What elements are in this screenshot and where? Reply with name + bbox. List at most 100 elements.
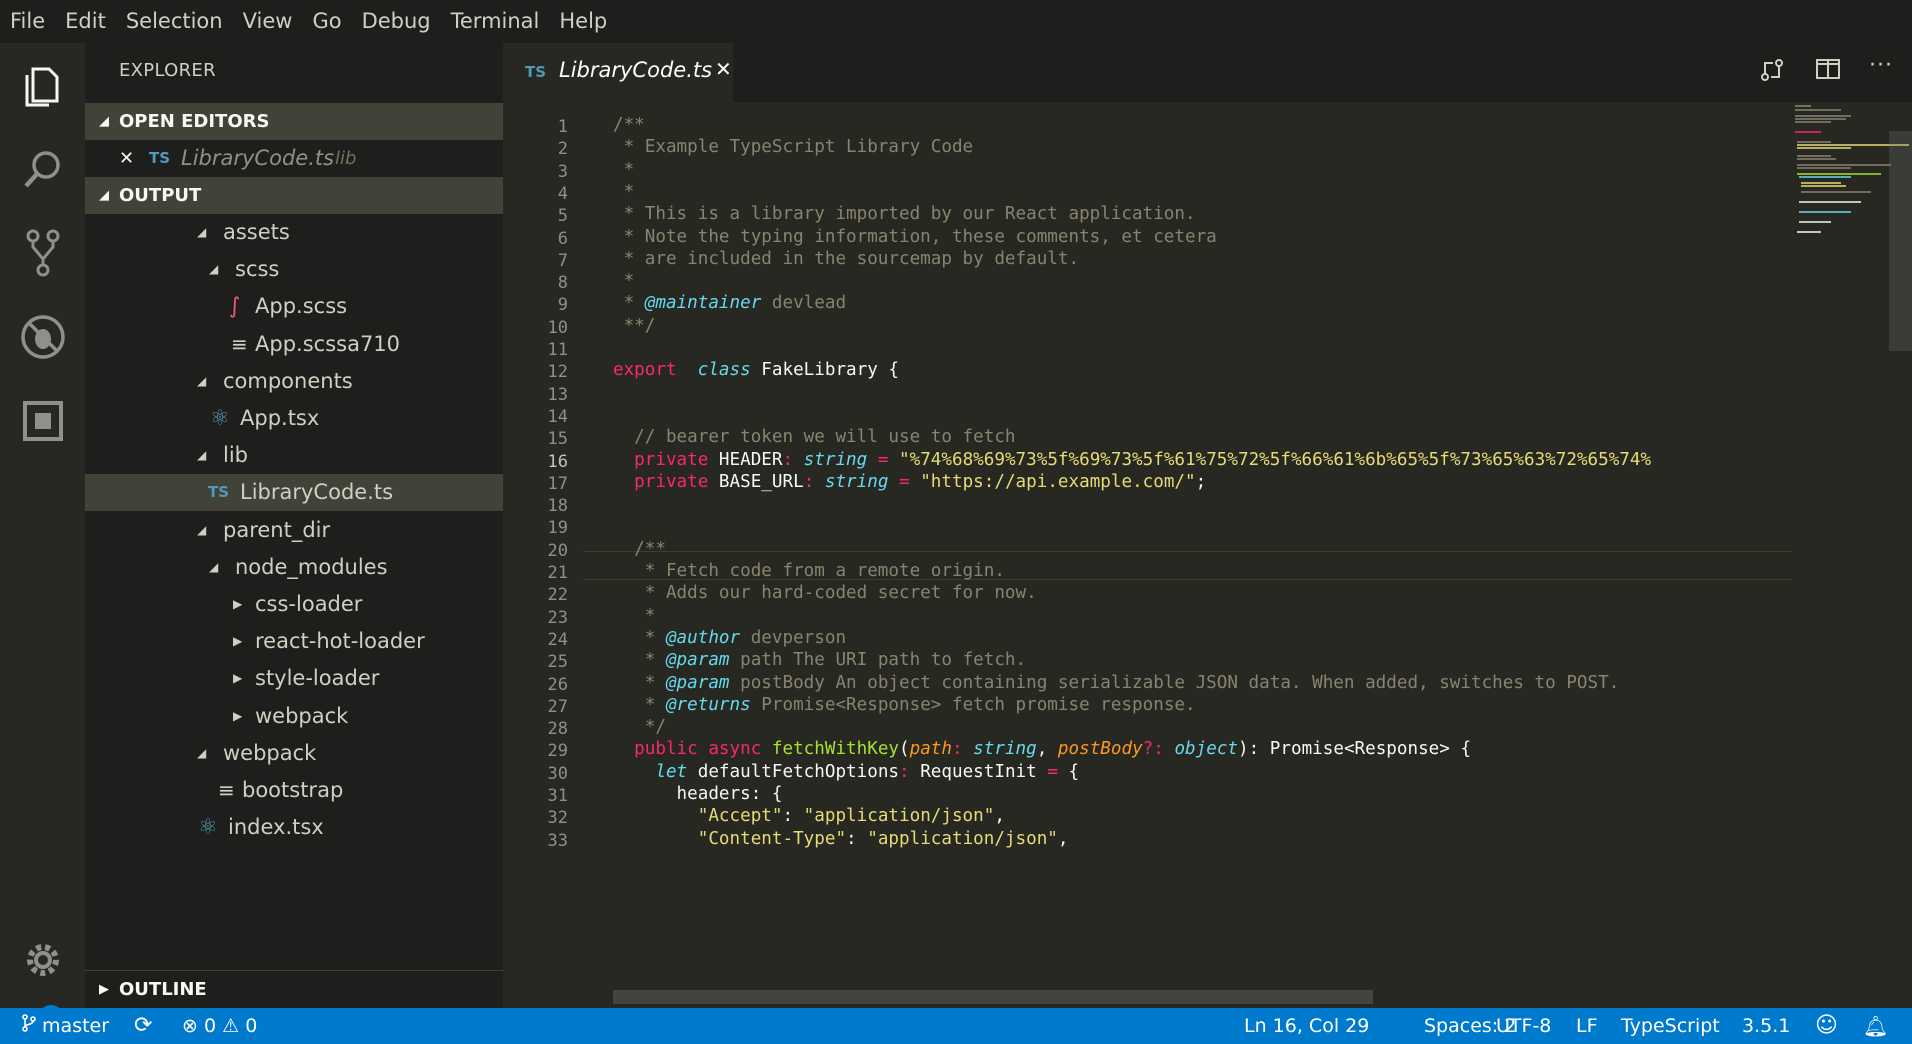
code-token: * [613, 181, 635, 202]
code-line[interactable]: // bearer token we will use to fetch [613, 427, 1015, 447]
open-changes-icon[interactable] [1759, 57, 1785, 89]
menu-help[interactable]: Help [549, 0, 617, 43]
tree-item[interactable]: ≡ App.scssa710 [85, 326, 503, 363]
tree-item[interactable]: ▶ react-hot-loader [85, 623, 503, 660]
split-editor-icon[interactable] [1815, 57, 1841, 87]
code-line[interactable]: private HEADER: string = "%74%68%69%73%5… [613, 450, 1651, 470]
code-token: /** [613, 115, 645, 135]
code-line[interactable]: */ [613, 717, 666, 737]
menu-go[interactable]: Go [302, 0, 351, 43]
close-icon[interactable]: ✕ [119, 140, 134, 177]
code-line[interactable]: * are included in the sourcemap by defau… [613, 249, 1080, 269]
horizontal-scrollbar[interactable] [613, 990, 1373, 1004]
menu-debug[interactable]: Debug [352, 0, 441, 43]
menu-view[interactable]: View [233, 0, 303, 43]
code-line[interactable]: * Example TypeScript Library Code [613, 137, 974, 157]
tree-item[interactable]: ▶ webpack [85, 698, 503, 735]
code-token: : [782, 449, 794, 470]
typescript-version[interactable]: 3.5.1 [1742, 1008, 1790, 1044]
tree-item[interactable]: ≡ bootstrap [85, 772, 503, 809]
code-line[interactable]: "Accept": "application/json", [613, 806, 1005, 826]
code-line[interactable]: public async fetchWithKey(path: string, … [613, 739, 1471, 759]
tree-item[interactable]: ▶ style-loader [85, 660, 503, 697]
code-line[interactable]: * Note the typing information, these com… [613, 227, 1217, 247]
line-number: 21 [547, 563, 568, 583]
debug-icon[interactable] [19, 313, 67, 361]
open-editor-item[interactable]: ✕ TS LibraryCode.ts lib [85, 140, 503, 177]
code-line[interactable]: * @param path The URI path to fetch. [613, 650, 1026, 670]
sync-icon[interactable]: ⟳ [134, 1008, 152, 1044]
menu-selection[interactable]: Selection [116, 0, 233, 43]
menu-file[interactable]: File [0, 0, 55, 43]
extensions-icon[interactable] [19, 397, 67, 445]
menu-bar: File Edit Selection View Go Debug Terminal Help [0, 0, 1912, 43]
tab-librarycode[interactable]: TS LibraryCode.ts ✕ [503, 43, 733, 102]
problems-status[interactable]: ⊗ 0 ⚠ 0 [182, 1008, 257, 1044]
code-token: { [1057, 761, 1080, 782]
code-line[interactable]: export class FakeLibrary { [613, 360, 899, 380]
line-number: 32 [547, 808, 568, 829]
code-line[interactable]: * [613, 160, 635, 180]
code-token: * Note the typing information, these com… [613, 226, 1217, 247]
eol-status[interactable]: LF [1576, 1008, 1598, 1044]
tree-item[interactable]: ◢ node_modules [85, 549, 503, 586]
tree-item[interactable]: ◢ lib [85, 437, 503, 474]
more-actions-icon[interactable]: ··· [1869, 53, 1893, 78]
line-number: 9 [557, 295, 568, 316]
tree-item[interactable]: TS LibraryCode.ts [85, 474, 503, 512]
tree-item[interactable]: ∫ App.scss [85, 288, 503, 325]
code-line[interactable]: * [613, 181, 635, 202]
settings-gear-icon[interactable] [19, 936, 67, 984]
open-editors-header[interactable]: ◢ OPEN EDITORS [85, 103, 503, 140]
code-line[interactable]: * @param postBody An object containing s… [613, 673, 1620, 693]
code-line[interactable]: /** [613, 115, 645, 135]
code-token: ( [899, 739, 910, 760]
code-line[interactable]: **/ [613, 316, 656, 336]
code-token: : [846, 828, 868, 849]
tree-item[interactable]: ◢ components [85, 363, 503, 400]
menu-edit[interactable]: Edit [55, 0, 116, 43]
code-token: "https://api.example.com/" [909, 471, 1196, 492]
code-line[interactable]: "Content-Type": "application/json", [613, 829, 1069, 849]
tree-item[interactable]: ◢ assets [85, 214, 503, 251]
open-editors-label: OPEN EDITORS [119, 111, 270, 132]
tree-item[interactable]: ⚛ index.tsx [85, 809, 503, 846]
branch-status[interactable]: master [22, 1008, 109, 1044]
code-line[interactable]: * @author devperson [613, 628, 846, 648]
language-mode[interactable]: TypeScript [1621, 1008, 1720, 1044]
line-number: 22 [547, 585, 568, 606]
search-icon[interactable] [19, 145, 67, 193]
code-line[interactable]: * Adds our hard-coded secret for now. [613, 583, 1037, 603]
tree-item[interactable]: ⚛ App.tsx [85, 400, 503, 437]
menu-terminal[interactable]: Terminal [441, 0, 550, 43]
vertical-scrollbar[interactable] [1889, 131, 1912, 351]
code-line[interactable]: * [613, 271, 635, 291]
code-line[interactable]: let defaultFetchOptions: RequestInit = { [613, 762, 1079, 782]
code-token: let [613, 761, 688, 782]
code-line[interactable]: headers: { [613, 784, 783, 804]
code-line[interactable]: * @returns Promise<Response> fetch promi… [613, 695, 1196, 715]
tree-item[interactable]: ▶ css-loader [85, 586, 503, 623]
code-line[interactable]: * [613, 606, 656, 626]
code-line[interactable]: * @maintainer devlead [613, 293, 846, 313]
code-token: @maintainer [644, 293, 762, 314]
code-line[interactable]: * This is a library imported by our Reac… [613, 204, 1196, 224]
code-token: "%74%68%69%73%5f%69%73%5f%61%75%72%5f%66… [888, 449, 1652, 470]
code-token: * Fetch code from a remote origin. [613, 561, 1005, 581]
code-token: , [1036, 739, 1058, 760]
outline-section-header[interactable]: ▶ OUTLINE [85, 970, 503, 1008]
explorer-icon[interactable] [19, 63, 67, 111]
tree-item[interactable]: ◢ webpack [85, 735, 503, 772]
notifications-bell-icon[interactable]: 🔔︎ [1863, 1008, 1888, 1044]
source-control-icon[interactable] [19, 229, 67, 277]
code-line[interactable]: /** [613, 539, 666, 559]
code-line[interactable]: * Fetch code from a remote origin. [613, 561, 1005, 581]
encoding-status[interactable]: UTF-8 [1496, 1008, 1551, 1044]
close-icon[interactable]: ✕ [715, 57, 732, 81]
tree-item[interactable]: ◢ parent_dir [85, 512, 503, 549]
cursor-position[interactable]: Ln 16, Col 29 [1244, 1008, 1369, 1044]
code-line[interactable]: private BASE_URL: string = "https://api.… [613, 472, 1206, 492]
tree-item[interactable]: ◢ scss [85, 251, 503, 288]
feedback-smiley-icon[interactable]: ☺ [1815, 1008, 1838, 1044]
output-section-header[interactable]: ◢ OUTPUT [85, 177, 503, 214]
